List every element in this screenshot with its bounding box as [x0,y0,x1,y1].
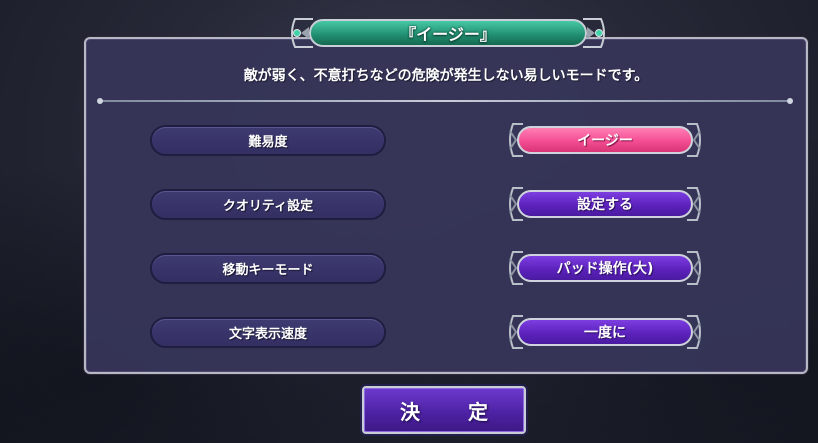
difficulty-button[interactable]: イージー [507,121,703,159]
ornament-corner-icon [687,315,701,349]
ornament-right-icon [583,18,605,48]
mode-description: 敵が弱く、不意打ちなどの危険が発生しない易しいモードです。 [243,68,649,84]
setting-label: クオリティ設定 [222,199,314,214]
confirm-label: 決 定 [400,399,502,424]
text-speed-value-plate: 一度に [517,318,693,346]
move-key-mode-button[interactable]: パッド操作(大) [507,249,703,287]
text-speed-button[interactable]: 一度に [507,313,703,351]
title-banner: 『イージー』 [287,13,609,53]
setting-label: 難易度 [248,135,288,150]
ornament-corner-icon [687,187,701,221]
setting-label-pill: 文字表示速度 [150,317,386,348]
setting-row-move-key-mode: 移動キーモード パッド操作(大) [0,249,818,289]
setting-label: 文字表示速度 [228,327,307,342]
setting-label-pill: 難易度 [150,125,386,156]
text-speed-value: 一度に [584,325,626,341]
quality-value: 設定する [577,197,633,213]
difficulty-value-plate: イージー [517,126,693,154]
dialog-title: 『イージー』 [400,25,496,44]
setting-label-pill: 移動キーモード [150,253,386,284]
title-plate: 『イージー』 [309,19,587,47]
quality-button[interactable]: 設定する [507,185,703,223]
move-key-mode-value: パッド操作(大) [556,261,654,277]
setting-row-difficulty: 難易度 イージー [0,121,818,161]
setting-row-text-speed: 文字表示速度 一度に [0,313,818,353]
divider [97,98,793,104]
difficulty-value: イージー [577,133,633,149]
move-key-mode-value-plate: パッド操作(大) [517,254,693,282]
quality-value-plate: 設定する [517,190,693,218]
ornament-corner-icon [687,251,701,285]
setting-label-pill: クオリティ設定 [150,189,386,220]
setting-row-quality: クオリティ設定 設定する [0,185,818,225]
confirm-plate: 決 定 [362,386,526,434]
ornament-corner-icon [687,123,701,157]
setting-label: 移動キーモード [222,263,314,278]
confirm-button[interactable]: 決 定 [362,386,526,434]
